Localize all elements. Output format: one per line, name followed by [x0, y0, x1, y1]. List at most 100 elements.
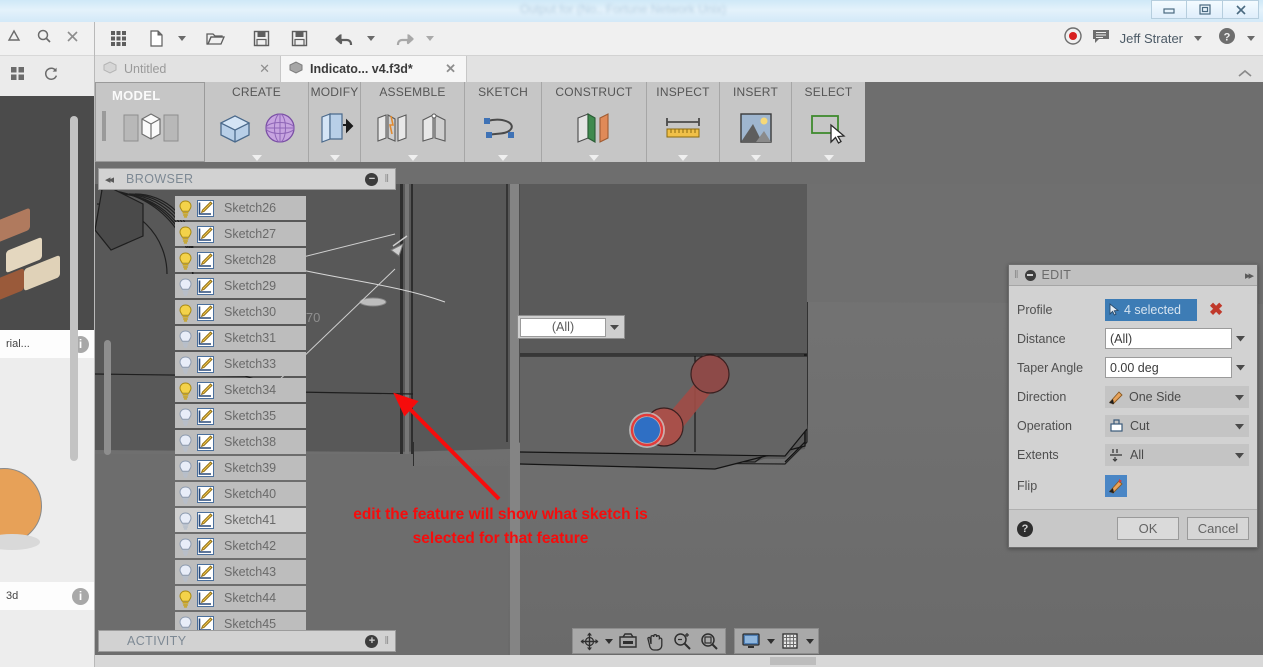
- panel-expand-arrow[interactable]: [498, 155, 508, 161]
- plus-circle-icon[interactable]: +: [365, 634, 379, 648]
- lightbulb-off-icon[interactable]: [178, 433, 193, 452]
- grid-icon[interactable]: [10, 66, 25, 86]
- browser-item-sketch41[interactable]: Sketch41: [175, 508, 306, 532]
- close-icon[interactable]: ✕: [259, 61, 270, 77]
- browser-item-sketch34[interactable]: Sketch34: [175, 378, 306, 402]
- taper-angle-input[interactable]: 0.00 deg: [1105, 357, 1232, 378]
- insert-image-icon[interactable]: [738, 111, 774, 150]
- browser-item-sketch44[interactable]: Sketch44: [175, 586, 306, 610]
- joint-icon[interactable]: [375, 112, 411, 149]
- scrollbar[interactable]: [70, 116, 78, 461]
- floating-combo[interactable]: (All): [517, 315, 625, 339]
- triangle-icon[interactable]: [6, 28, 22, 49]
- redo-chevron-down-icon[interactable]: [426, 36, 434, 41]
- orbit-icon[interactable]: [577, 630, 601, 652]
- lightbulb-on-icon[interactable]: [178, 589, 193, 608]
- grid-settings-icon[interactable]: [778, 630, 802, 652]
- chevron-down-icon[interactable]: [1232, 328, 1249, 349]
- workspace-selector[interactable]: MODEL: [95, 82, 205, 162]
- lightbulb-off-icon[interactable]: [178, 459, 193, 478]
- close-icon[interactable]: [66, 30, 79, 48]
- close-icon[interactable]: ✕: [445, 61, 456, 77]
- browser-item-sketch43[interactable]: Sketch43: [175, 560, 306, 584]
- grip-handle[interactable]: [102, 111, 106, 141]
- browser-item-sketch35[interactable]: Sketch35: [175, 404, 306, 428]
- info-icon[interactable]: i: [72, 587, 89, 605]
- browser-item-sketch28[interactable]: Sketch28: [175, 248, 306, 272]
- new-document-icon[interactable]: [139, 25, 173, 53]
- grid-chevron-down-icon[interactable]: [806, 638, 814, 644]
- app-grid-icon[interactable]: [101, 25, 135, 53]
- lightbulb-on-icon[interactable]: [178, 225, 193, 244]
- save-as-icon[interactable]: [282, 25, 316, 53]
- save-icon[interactable]: [244, 25, 278, 53]
- measure-icon[interactable]: [662, 113, 704, 148]
- close-button[interactable]: [1223, 0, 1259, 19]
- lightbulb-off-icon[interactable]: [178, 511, 193, 530]
- panel-expand-arrow[interactable]: [823, 155, 834, 161]
- look-at-icon[interactable]: [616, 630, 640, 652]
- timeline-nub[interactable]: [770, 657, 816, 665]
- press-pull-icon[interactable]: [316, 111, 354, 150]
- window-select-icon[interactable]: [809, 112, 849, 149]
- chevron-down-icon[interactable]: [1235, 419, 1244, 433]
- open-folder-icon[interactable]: [198, 25, 232, 53]
- document-tab-indicator[interactable]: Indicato... v4.f3d* ✕: [281, 56, 467, 82]
- undo-icon[interactable]: [328, 25, 362, 53]
- direction-combo[interactable]: One Side: [1105, 385, 1249, 408]
- lightbulb-on-icon[interactable]: [178, 303, 193, 322]
- dialog-header[interactable]: ‖ EDIT ▸▸: [1009, 265, 1257, 286]
- panel-expand-arrow[interactable]: [329, 155, 340, 161]
- browser-item-sketch39[interactable]: Sketch39: [175, 456, 306, 480]
- help-icon[interactable]: ?: [1218, 27, 1236, 50]
- display-settings-icon[interactable]: [739, 630, 763, 652]
- list-item[interactable]: 3d i: [0, 358, 94, 610]
- double-right-arrow-icon[interactable]: ▸▸: [1245, 269, 1254, 282]
- profile-selection-button[interactable]: 4 selected: [1105, 298, 1197, 321]
- extents-combo[interactable]: All: [1105, 443, 1249, 466]
- flip-button[interactable]: [1105, 475, 1127, 497]
- lightbulb-off-icon[interactable]: [178, 355, 193, 374]
- spline-icon[interactable]: [481, 113, 525, 148]
- browser-item-sketch31[interactable]: Sketch31: [175, 326, 306, 350]
- grip-handle[interactable]: ‖: [384, 635, 389, 647]
- search-icon[interactable]: [36, 28, 52, 49]
- panel-expand-arrow[interactable]: [678, 155, 688, 161]
- help-chevron-down-icon[interactable]: [1247, 36, 1255, 41]
- ok-button[interactable]: OK: [1117, 517, 1179, 540]
- lightbulb-on-icon[interactable]: [178, 199, 193, 218]
- lightbulb-on-icon[interactable]: [178, 381, 193, 400]
- restore-button[interactable]: [1187, 0, 1223, 19]
- refresh-icon[interactable]: [43, 66, 59, 87]
- undo-chevron-down-icon[interactable]: [367, 36, 375, 41]
- offset-plane-icon[interactable]: [574, 111, 614, 150]
- minus-circle-icon[interactable]: −: [365, 172, 379, 186]
- zoom-icon[interactable]: [670, 630, 694, 652]
- activity-panel-header[interactable]: ACTIVITY + ‖: [98, 630, 396, 652]
- comment-icon[interactable]: [1092, 29, 1110, 49]
- distance-input[interactable]: (All): [1105, 328, 1232, 349]
- display-chevron-down-icon[interactable]: [767, 638, 775, 644]
- double-left-arrow-icon[interactable]: ◂◂: [105, 173, 114, 186]
- box-icon[interactable]: [216, 111, 254, 150]
- clear-selection-icon[interactable]: ✖: [1209, 300, 1223, 320]
- browser-item-sketch30[interactable]: Sketch30: [175, 300, 306, 324]
- panel-expand-arrow[interactable]: [750, 155, 761, 161]
- edit-dialog[interactable]: ‖ EDIT ▸▸ Profile 4 selected ✖ Distance …: [1008, 264, 1258, 548]
- browser-item-sketch40[interactable]: Sketch40: [175, 482, 306, 506]
- browser-item-sketch26[interactable]: Sketch26: [175, 196, 306, 220]
- browser-panel-header[interactable]: ◂◂ BROWSER − ‖: [98, 168, 396, 190]
- browser-scrollbar[interactable]: [104, 200, 111, 620]
- record-icon[interactable]: [1063, 27, 1082, 50]
- panel-expand-arrow[interactable]: [589, 155, 599, 161]
- fit-icon[interactable]: [697, 630, 721, 652]
- chevron-down-icon[interactable]: [1235, 390, 1244, 404]
- lightbulb-off-icon[interactable]: [178, 277, 193, 296]
- browser-item-sketch29[interactable]: Sketch29: [175, 274, 306, 298]
- lightbulb-off-icon[interactable]: [178, 329, 193, 348]
- grip-handle[interactable]: ‖: [384, 173, 389, 185]
- browser-item-sketch38[interactable]: Sketch38: [175, 430, 306, 454]
- panel-expand-arrow[interactable]: [251, 155, 262, 161]
- chevron-up-icon[interactable]: [1237, 68, 1263, 82]
- minimize-button[interactable]: [1151, 0, 1187, 19]
